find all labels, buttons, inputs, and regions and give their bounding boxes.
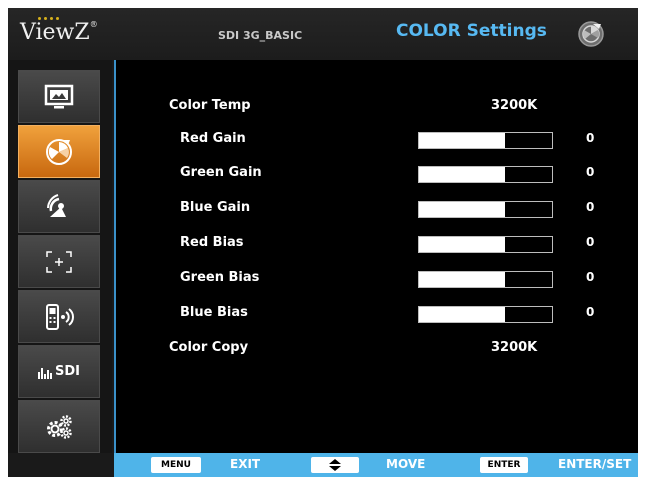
adjust-slider[interactable] xyxy=(418,132,553,149)
adjust-value: 0 xyxy=(586,270,595,284)
adjust-value: 0 xyxy=(586,305,595,319)
slider-fill xyxy=(419,272,506,287)
footer: MENU EXIT MOVE ENTER ENTER/SET xyxy=(8,453,638,477)
slider-fill xyxy=(419,237,506,252)
slider-fill xyxy=(419,307,506,322)
sidebar-item-sdi[interactable]: SDI xyxy=(18,345,100,398)
adjust-value: 0 xyxy=(586,131,595,145)
color-temp-value: 3200K xyxy=(491,98,538,113)
adjust-row[interactable]: Green Bias 0 xyxy=(116,270,638,290)
enter-set-hint: ENTER/SET xyxy=(558,457,632,471)
brand-logo: ViewZ® xyxy=(20,20,98,45)
adjust-slider[interactable] xyxy=(418,271,553,288)
sidebar: SDI xyxy=(8,60,112,453)
slider-fill xyxy=(419,167,506,182)
audio-icon xyxy=(44,193,74,221)
marker-icon xyxy=(44,249,74,275)
adjust-label: Green Gain xyxy=(180,165,262,180)
settings-icon xyxy=(44,413,74,441)
remote-icon xyxy=(44,303,74,331)
page-title: COLOR Settings xyxy=(396,21,547,41)
adjust-label: Blue Bias xyxy=(180,305,248,320)
header: ViewZ® SDI 3G_BASIC COLOR Settings xyxy=(8,8,638,60)
adjust-row[interactable]: Blue Bias 0 xyxy=(116,305,638,325)
color-copy-row[interactable]: Color Copy 3200K xyxy=(116,340,638,360)
exit-hint: EXIT xyxy=(230,457,261,471)
adjust-value: 0 xyxy=(586,165,595,179)
model-name: SDI 3G_BASIC xyxy=(218,29,303,42)
adjust-slider[interactable] xyxy=(418,306,553,323)
color-temp-label: Color Temp xyxy=(169,98,251,113)
sidebar-item-audio[interactable] xyxy=(18,180,100,233)
enter-key: ENTER xyxy=(480,457,528,473)
sidebar-item-color[interactable] xyxy=(18,125,100,178)
adjust-value: 0 xyxy=(586,200,595,214)
footer-bar: MENU EXIT MOVE ENTER ENTER/SET xyxy=(114,453,638,477)
adjust-row[interactable]: Red Gain 0 xyxy=(116,131,638,151)
slider-fill xyxy=(419,202,506,217)
menu-key: MENU xyxy=(151,457,201,473)
color-temp-row[interactable]: Color Temp 3200K xyxy=(116,98,638,118)
sidebar-item-system[interactable] xyxy=(18,400,100,453)
color-copy-value: 3200K xyxy=(491,340,538,355)
adjust-slider[interactable] xyxy=(418,201,553,218)
sdi-label: SDI xyxy=(55,364,80,379)
adjust-row[interactable]: Red Bias 0 xyxy=(116,235,638,255)
sidebar-item-remote[interactable] xyxy=(18,290,100,343)
move-hint: MOVE xyxy=(386,457,426,471)
adjust-label: Red Bias xyxy=(180,235,244,250)
sdi-icon: SDI xyxy=(38,364,80,379)
slider-fill xyxy=(419,133,506,148)
osd-window: ViewZ® SDI 3G_BASIC COLOR Settings SDI C… xyxy=(8,8,638,477)
sidebar-item-marker[interactable] xyxy=(18,235,100,288)
brand-logo-mark: ® xyxy=(89,20,98,29)
adjust-slider[interactable] xyxy=(418,166,553,183)
sidebar-item-picture[interactable] xyxy=(18,70,100,123)
adjust-row[interactable]: Green Gain 0 xyxy=(116,165,638,185)
settings-panel: Color Temp 3200K Red Gain 0 Green Gain 0 Blu… xyxy=(114,60,638,453)
color-wheel-icon xyxy=(577,20,605,48)
color-copy-label: Color Copy xyxy=(169,340,249,355)
adjust-label: Blue Gain xyxy=(180,200,251,215)
adjust-label: Red Gain xyxy=(180,131,246,146)
adjust-slider[interactable] xyxy=(418,236,553,253)
up-down-arrows-icon xyxy=(311,457,359,473)
adjust-value: 0 xyxy=(586,235,595,249)
adjust-row[interactable]: Blue Gain 0 xyxy=(116,200,638,220)
brand-logo-text: ViewZ xyxy=(20,20,90,45)
adjust-label: Green Bias xyxy=(180,270,260,285)
picture-icon xyxy=(44,84,74,110)
color-wheel-icon xyxy=(44,137,74,167)
